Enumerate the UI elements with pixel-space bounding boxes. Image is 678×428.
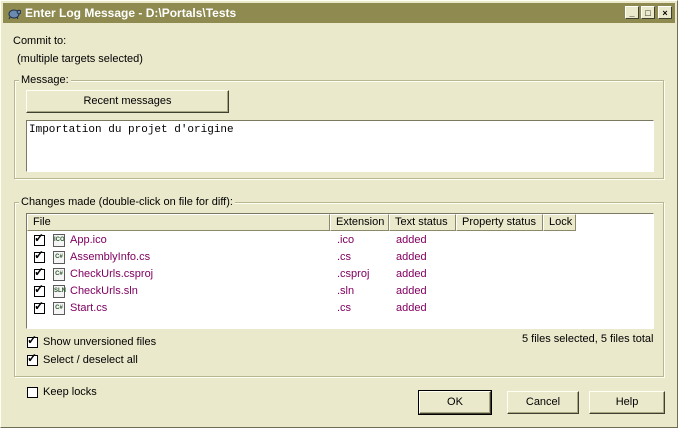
table-row[interactable]: ✓ ICO App.ico .ico added <box>27 232 653 249</box>
column-extension[interactable]: Extension <box>330 214 389 231</box>
commit-targets: (multiple targets selected) <box>17 53 143 65</box>
file-checkbox[interactable]: ✓ <box>34 249 45 263</box>
file-extension: .cs <box>337 302 352 314</box>
file-name: App.ico <box>70 234 107 246</box>
file-checkbox[interactable]: ✓ <box>34 283 45 297</box>
table-row[interactable]: ✓ C# CheckUrls.csproj .csproj added <box>27 266 653 283</box>
file-list[interactable]: File Extension Text status Property stat… <box>26 213 654 329</box>
keep-locks-label[interactable]: Keep locks <box>43 386 97 398</box>
select-all-label[interactable]: Select / deselect all <box>43 354 138 366</box>
file-extension: .cs <box>337 251 352 263</box>
file-name: AssemblyInfo.cs <box>70 251 151 263</box>
selection-summary: 5 files selected, 5 files total <box>522 333 654 345</box>
table-row[interactable]: ✓ C# Start.cs .cs added <box>27 300 653 317</box>
commit-to-label: Commit to: <box>13 35 67 47</box>
keep-locks-checkbox[interactable] <box>27 387 38 398</box>
csproj-file-icon: C# <box>53 268 65 281</box>
file-status: added <box>396 302 427 314</box>
message-legend: Message: <box>19 74 71 86</box>
minimize-button[interactable]: _ <box>625 6 639 19</box>
show-unversioned-checkbox[interactable]: ✓ <box>27 334 38 348</box>
close-button[interactable]: × <box>658 6 672 19</box>
file-status: added <box>396 268 427 280</box>
cs-file-icon: C# <box>53 302 65 315</box>
log-message-dialog: Enter Log Message - D:\Portals\Tests _ □… <box>0 0 678 428</box>
window-title: Enter Log Message - D:\Portals\Tests <box>25 6 237 20</box>
file-checkbox[interactable]: ✓ <box>34 300 45 314</box>
file-status: added <box>396 285 427 297</box>
recent-messages-button[interactable]: Recent messages <box>26 90 229 113</box>
table-row[interactable]: ✓ SLN CheckUrls.sln .sln added <box>27 283 653 300</box>
column-lock[interactable]: Lock <box>543 214 576 231</box>
message-textarea[interactable]: Importation du projet d'origine <box>26 120 654 172</box>
column-text-status[interactable]: Text status <box>389 214 456 231</box>
maximize-button[interactable]: □ <box>641 6 655 19</box>
tortoise-app-icon <box>8 9 21 20</box>
changes-legend: Changes made (double-click on file for d… <box>19 196 235 208</box>
file-extension: .sln <box>337 285 355 297</box>
table-row[interactable]: ✓ C# AssemblyInfo.cs .cs added <box>27 249 653 266</box>
cs-file-icon: C# <box>53 251 65 264</box>
sln-file-icon: SLN <box>53 285 66 298</box>
column-property-status[interactable]: Property status <box>456 214 543 231</box>
file-name: Start.cs <box>70 302 108 314</box>
file-status: added <box>396 251 427 263</box>
file-extension: .ico <box>337 234 355 246</box>
file-name: CheckUrls.sln <box>70 285 138 297</box>
select-all-checkbox[interactable]: ✓ <box>27 352 38 366</box>
show-unversioned-label[interactable]: Show unversioned files <box>43 336 156 348</box>
column-file[interactable]: File <box>27 214 330 231</box>
ico-file-icon: ICO <box>53 234 65 247</box>
file-name: CheckUrls.csproj <box>70 268 154 280</box>
help-button[interactable]: Help <box>589 391 665 414</box>
file-checkbox[interactable]: ✓ <box>34 266 45 280</box>
file-extension: .csproj <box>337 268 370 280</box>
cancel-button[interactable]: Cancel <box>507 391 579 414</box>
title-bar[interactable]: Enter Log Message - D:\Portals\Tests _ □… <box>3 3 675 23</box>
ok-button[interactable]: OK <box>418 390 492 415</box>
file-status: added <box>396 234 427 246</box>
file-checkbox[interactable]: ✓ <box>34 232 45 246</box>
